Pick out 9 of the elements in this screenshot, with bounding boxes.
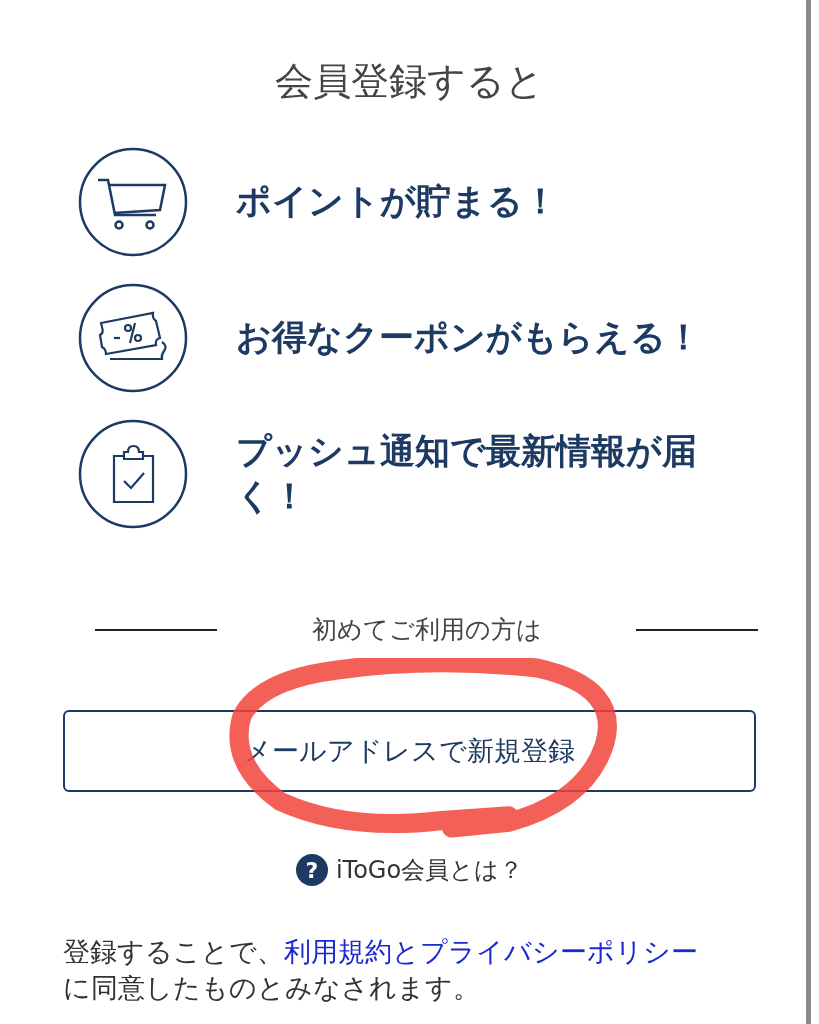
help-link[interactable]: iToGo会員とは？ — [335, 854, 524, 886]
divider-label: 初めてご利用の方は — [310, 614, 543, 646]
section-heading: 会員登録すると — [274, 58, 545, 105]
benefit-text: お得なクーポンがもらえる！ — [236, 316, 702, 360]
benefit-text: プッシュ通知で最新情報が届く！ — [236, 429, 698, 518]
help-icon: ? — [295, 854, 328, 886]
terms-link[interactable]: 利用規約とプライバシーポリシー — [284, 936, 698, 967]
benefit-text: ポイントが貯まる！ — [236, 180, 559, 224]
consent-text: 登録することで、利用規約とプライバシーポリシー に同意したものとみなされます。 — [63, 935, 699, 1005]
